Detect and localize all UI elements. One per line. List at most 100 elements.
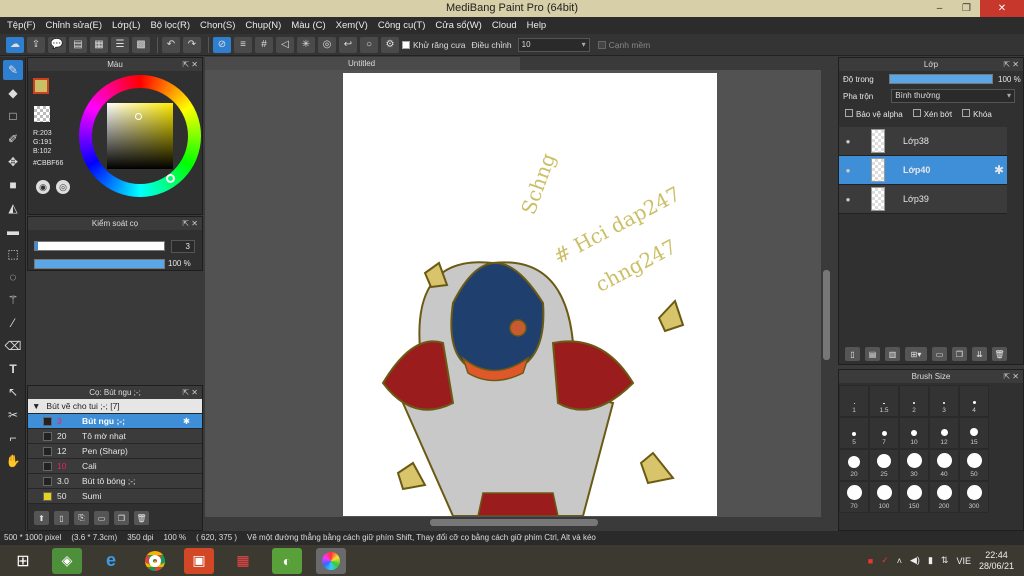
eye-icon[interactable]: ● xyxy=(843,166,853,175)
panel-icon[interactable]: ▤ xyxy=(69,36,87,53)
soft-edge-option[interactable]: Cạnh mềm xyxy=(597,40,650,50)
brush-size-cell[interactable]: 300 xyxy=(959,481,989,513)
duplicate-layer-icon[interactable]: ❐ xyxy=(952,347,967,361)
clip-option[interactable]: Xén bớt xyxy=(912,109,952,119)
bucket-tool-icon[interactable]: ◭ xyxy=(3,198,23,218)
menu-tools[interactable]: Công cụ(T) xyxy=(375,20,433,31)
copy-brush-icon[interactable]: ⎘ xyxy=(74,511,89,525)
eraser-tool-icon[interactable]: ◆ xyxy=(3,83,23,103)
add-brush-icon[interactable]: ⬆ xyxy=(34,511,49,525)
brush-size-cell[interactable]: 5 xyxy=(839,417,869,449)
tray-app-icon[interactable]: ■ xyxy=(868,556,873,566)
internet-explorer-icon[interactable]: e xyxy=(96,548,126,574)
new-halftone-layer-icon[interactable]: ▤ xyxy=(865,347,880,361)
menu-help[interactable]: Help xyxy=(524,20,554,31)
snap-off-icon[interactable]: ⊘ xyxy=(213,36,231,53)
chevron-up-icon[interactable]: ˄ xyxy=(897,556,902,566)
brush-size-cell[interactable]: 4 xyxy=(959,385,989,417)
vertical-scrollbar[interactable] xyxy=(821,70,832,517)
speech-bubble-icon[interactable]: 💬 xyxy=(48,36,66,53)
brush-size-cell[interactable]: 1 xyxy=(839,385,869,417)
menu-cloud[interactable]: Cloud xyxy=(489,20,524,31)
select-eraser-icon[interactable]: ⌫ xyxy=(3,336,23,356)
blend-select[interactable]: Bình thường xyxy=(891,89,1015,103)
maximize-button[interactable]: ❐ xyxy=(953,0,980,17)
protect-alpha-checkbox[interactable] xyxy=(845,109,853,117)
menu-select[interactable]: Chọn(S) xyxy=(197,20,242,31)
select-pen-icon[interactable]: ✐ xyxy=(3,129,23,149)
menu-color[interactable]: Màu (C) xyxy=(288,20,332,31)
palette-settings-icon[interactable]: ◎ xyxy=(56,180,70,194)
collapse-icon[interactable]: ▼ xyxy=(32,401,40,411)
green-app-icon[interactable]: ◐ xyxy=(272,547,302,574)
windows-start-icon[interactable]: ⊞ xyxy=(8,548,38,574)
move-tool-icon[interactable]: ✥ xyxy=(3,152,23,172)
brush-size-cell[interactable]: 7 xyxy=(869,417,899,449)
menu-layer[interactable]: Lớp(L) xyxy=(109,20,147,31)
scroll-thumb[interactable] xyxy=(430,519,598,526)
brush-item[interactable]: 3 Bút ngu ;-; ✱ xyxy=(28,414,202,429)
brush-size-cell[interactable]: 15 xyxy=(959,417,989,449)
dot-tool-icon[interactable]: □ xyxy=(3,106,23,126)
page-icon[interactable]: ▦ xyxy=(90,36,108,53)
chrome-icon[interactable] xyxy=(140,548,170,574)
close-icon[interactable]: ⇱ ✕ xyxy=(182,386,198,399)
brush-size-cell[interactable]: 50 xyxy=(959,449,989,481)
close-icon[interactable]: ⇱ ✕ xyxy=(182,58,198,71)
brush-size-cell[interactable]: 40 xyxy=(929,449,959,481)
layer-opacity-slider[interactable] xyxy=(889,74,993,84)
network-app-icon[interactable]: ▦ xyxy=(228,548,258,574)
lasso-select-icon[interactable]: ◌ xyxy=(3,267,23,287)
sv-cursor[interactable] xyxy=(135,113,142,120)
menu-file[interactable]: Tệp(F) xyxy=(4,20,43,31)
gear-icon[interactable]: ✱ xyxy=(994,163,1004,177)
hue-cursor[interactable] xyxy=(166,174,175,183)
gear-icon[interactable]: ✱ xyxy=(183,416,190,427)
lock-checkbox[interactable] xyxy=(962,109,971,117)
add-layer-menu-icon[interactable]: ⊞▾ xyxy=(905,347,927,361)
primary-color-swatch[interactable] xyxy=(33,78,49,94)
brush-item[interactable]: 12 Pen (Sharp) xyxy=(28,444,202,459)
protect-alpha-option[interactable]: Bảo vệ alpha xyxy=(845,109,903,119)
close-icon[interactable]: ⇱ ✕ xyxy=(1003,370,1019,383)
brush-size-cell[interactable]: 200 xyxy=(929,481,959,513)
circle-snap-icon[interactable]: ◎ xyxy=(318,36,336,53)
redo-icon[interactable]: ↷ xyxy=(183,36,201,53)
parallel-snap-icon[interactable]: ≡ xyxy=(234,36,252,53)
menu-view[interactable]: Xem(V) xyxy=(333,20,375,31)
brush-size-cell[interactable]: 1.5 xyxy=(869,385,899,417)
radial-snap-icon[interactable]: ✳ xyxy=(297,36,315,53)
gradient-tool-icon[interactable]: ▬ xyxy=(3,221,23,241)
menu-edit[interactable]: Chỉnh sửa(E) xyxy=(43,20,110,31)
brush-opacity-slider[interactable] xyxy=(34,259,165,269)
brush-item[interactable]: 20 Tô mờ nhạt xyxy=(28,429,202,444)
horizontal-scrollbar[interactable] xyxy=(205,517,832,528)
duplicate-icon[interactable]: ❐ xyxy=(114,511,129,525)
undo-icon[interactable]: ↶ xyxy=(162,36,180,53)
eyedropper-icon[interactable]: ⌐ xyxy=(3,428,23,448)
cross-snap-icon[interactable]: # xyxy=(255,36,273,53)
brush-size-cell[interactable]: 70 xyxy=(839,481,869,513)
clip-checkbox[interactable] xyxy=(912,109,921,117)
eye-icon[interactable]: ● xyxy=(843,137,853,146)
brush-item[interactable]: 50 Sumi xyxy=(28,489,202,504)
ellipse-snap-icon[interactable]: ○ xyxy=(360,36,378,53)
presentation-app-icon[interactable]: ▣ xyxy=(184,547,214,574)
cloud-icon[interactable]: ☁ xyxy=(6,36,24,53)
magic-wand-icon[interactable]: ⚚ xyxy=(3,290,23,310)
brush-size-cell[interactable]: 30 xyxy=(899,449,929,481)
scroll-thumb[interactable] xyxy=(823,270,830,360)
brush-item[interactable]: 3.0 Bút tô bóng ;-; xyxy=(28,474,202,489)
drawing-canvas[interactable]: Schng # Hci dap247 chng247 xyxy=(343,73,717,516)
new-brush-icon[interactable]: ▯ xyxy=(54,511,69,525)
clock[interactable]: 22:44 28/06/21 xyxy=(979,550,1014,572)
adjust-select[interactable]: 10 xyxy=(517,37,590,52)
snap-settings-icon[interactable]: ⚙ xyxy=(381,36,399,53)
bluestacks-icon[interactable]: ◈ xyxy=(52,547,82,574)
menu-filter[interactable]: Bộ lọc(R) xyxy=(147,20,197,31)
select-pen-tool-icon[interactable]: ⁄ xyxy=(3,313,23,333)
brush-size-cell[interactable]: 2 xyxy=(899,385,929,417)
brush-size-cell[interactable]: 150 xyxy=(899,481,929,513)
text-tool-icon[interactable]: T xyxy=(3,359,23,379)
soft-edge-checkbox[interactable] xyxy=(597,40,606,49)
